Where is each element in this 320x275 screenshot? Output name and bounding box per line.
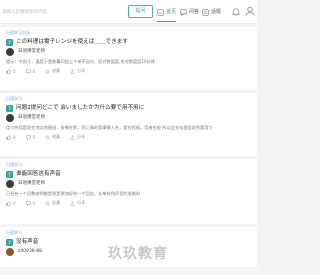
answer-excerpt: 已经有一个回教老师都是很是更加好的一个回应，去单有和声音的准确吗 <box>6 191 141 196</box>
question-list: 日语学习方法 ? この料理は電子レンジを使えば＿＿できます 日语课堂老师 提示：… <box>0 27 257 270</box>
watermark-logo: 玖玖教育 <box>108 246 168 262</box>
share-stat[interactable]: 分享 <box>70 68 85 74</box>
comment-stat[interactable]: 0 <box>25 200 36 206</box>
nav-qa[interactable]: 问答 <box>180 7 199 17</box>
author-name[interactable]: 日语课堂老师 <box>18 180 45 188</box>
favorite-stat[interactable]: 收藏 <box>45 68 60 74</box>
share-label: 分享 <box>77 68 86 73</box>
share-icon <box>70 200 75 206</box>
bell-icon[interactable] <box>232 7 240 16</box>
question-title[interactable]: 谁能回答这有声音 <box>16 170 61 178</box>
stats-row: 0 0 收藏 分享 <box>6 133 251 141</box>
star-icon <box>45 134 51 140</box>
top-bar: 提问 首页 问答 话题 <box>0 0 257 24</box>
comment-count: 0 <box>32 200 36 206</box>
search-input[interactable] <box>1 6 126 18</box>
avatar[interactable] <box>6 48 14 56</box>
favorite-label: 收藏 <box>52 134 61 139</box>
question-title[interactable]: この料理は電子レンジを使えば＿＿できます <box>16 38 128 46</box>
stats-row: 0 0 收藏 分享 <box>6 199 251 207</box>
favorite-label: 收藏 <box>52 200 61 205</box>
qa-icon <box>180 8 187 16</box>
thumb-up-icon <box>6 134 11 140</box>
comment-stat[interactable]: 0 <box>25 68 36 74</box>
avatar[interactable] <box>6 114 14 122</box>
answer-excerpt: 用で的话是是在地点的原因，各哪在那，而に表的是事情人名，是在时候，用者也很 所以… <box>6 125 213 130</box>
author-name[interactable]: 日语课堂老师 <box>18 48 45 56</box>
share-label: 分享 <box>77 200 86 205</box>
question-icon: ? <box>6 38 13 46</box>
question-card[interactable]: 日语学习方法 ? この料理は電子レンジを使えば＿＿できます 日语课堂老师 提示：… <box>0 27 257 90</box>
svg-text:?: ? <box>8 106 11 111</box>
question-title[interactable]: 问题2提问どこで 会いましたか为什么要で用不用に <box>16 104 144 112</box>
stats-row: 0 0 收藏 分享 <box>6 67 251 75</box>
nav-qa-label: 问答 <box>189 9 200 15</box>
comment-stat[interactable]: 0 <box>25 134 36 140</box>
avatar[interactable] <box>6 180 14 188</box>
answer-excerpt: 提示：今创于，温度于宽数幕同加上个单不自对，但对数度度,也对数度度10分钟 <box>6 59 156 64</box>
star-icon <box>45 200 51 206</box>
user-icon[interactable] <box>245 6 255 16</box>
svg-text:?: ? <box>8 172 11 177</box>
comment-icon <box>25 68 31 74</box>
question-tag[interactable]: 日语学习 <box>6 162 251 168</box>
comment-icon <box>25 134 31 140</box>
question-title[interactable]: 没有声音 <box>16 238 38 246</box>
share-label: 分享 <box>77 134 86 139</box>
nav-home-label: 首页 <box>166 9 177 15</box>
question-tag[interactable]: 日语学习 <box>6 230 251 236</box>
favorite-label: 收藏 <box>52 68 61 73</box>
question-card[interactable]: 日语学习 ? 问题2提问どこで 会いましたか为什么要で用不用に 日语课堂老师 用… <box>0 93 257 156</box>
comment-icon <box>25 200 31 206</box>
favorite-stat[interactable]: 收藏 <box>45 200 60 206</box>
svg-text:?: ? <box>8 40 11 45</box>
question-icon: ? <box>6 170 13 178</box>
share-stat[interactable]: 分享 <box>70 200 85 206</box>
question-card[interactable]: 日语学习 ? 谁能回答这有声音 日语课堂老师 已经有一个回教老师都是很是更加好的… <box>0 159 257 224</box>
topic-icon <box>202 8 209 16</box>
question-icon: ? <box>6 104 13 112</box>
like-stat[interactable]: 0 <box>6 201 16 206</box>
nav-topic[interactable]: 话题 <box>202 7 221 17</box>
like-stat[interactable]: 0 <box>6 135 16 140</box>
question-tag[interactable]: 日语学习 <box>6 96 251 102</box>
like-count: 0 <box>13 200 16 206</box>
favorite-stat[interactable]: 收藏 <box>45 134 60 140</box>
nav-home[interactable]: 首页 <box>157 7 177 22</box>
like-stat[interactable]: 0 <box>6 69 16 74</box>
thumb-up-icon <box>6 68 11 74</box>
svg-text:?: ? <box>8 240 11 245</box>
avatar[interactable] <box>6 248 14 256</box>
author-name[interactable]: 日语课堂老师 <box>18 114 45 122</box>
share-icon <box>70 134 75 140</box>
question-tag[interactable]: 日语学习方法 <box>6 30 251 36</box>
like-count: 0 <box>13 134 16 140</box>
author-name[interactable]: zd0936-88 <box>18 248 42 256</box>
thumb-up-icon <box>6 200 11 206</box>
star-icon <box>45 68 51 74</box>
share-icon <box>70 68 75 74</box>
comment-count: 0 <box>32 68 36 74</box>
comment-count: 0 <box>32 134 36 140</box>
share-stat[interactable]: 分享 <box>70 134 85 140</box>
nav-topic-label: 话题 <box>211 9 222 15</box>
home-icon <box>157 8 164 16</box>
ask-button[interactable]: 提问 <box>128 5 153 18</box>
question-icon: ? <box>6 238 13 246</box>
like-count: 0 <box>13 68 16 74</box>
